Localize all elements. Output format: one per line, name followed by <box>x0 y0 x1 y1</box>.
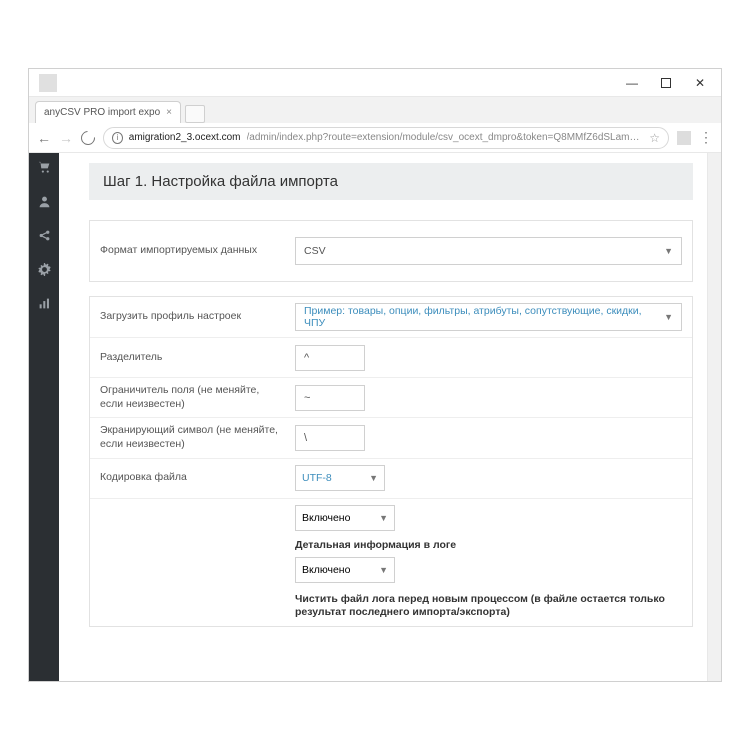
tab-strip: anyCSV PRO import expo × <box>29 97 721 123</box>
detail-log-label: Детальная информация в логе <box>295 539 682 551</box>
encoding-select[interactable]: UTF-8 ▼ <box>295 465 385 491</box>
tab-title: anyCSV PRO import expo <box>44 107 160 118</box>
back-button[interactable]: ← <box>37 130 51 146</box>
browser-menu-icon[interactable]: ⋮ <box>699 129 713 146</box>
close-window-button[interactable]: ✕ <box>683 72 717 94</box>
browser-tab[interactable]: anyCSV PRO import expo × <box>35 101 181 123</box>
escape-input[interactable] <box>295 425 365 451</box>
address-bar[interactable]: i amigration2_3.ocext.com /admin/index.p… <box>103 127 669 149</box>
clean-log-note: Чистить файл лога перед новым процессом … <box>295 593 682 620</box>
user-icon[interactable] <box>38 195 51 211</box>
format-label: Формат импортируемых данных <box>100 244 295 258</box>
encoding-label: Кодировка файла <box>100 471 295 485</box>
format-value: CSV <box>304 245 326 257</box>
enabled-select-2[interactable]: Включено ▼ <box>295 557 395 583</box>
maximize-button[interactable] <box>649 72 683 94</box>
stats-icon[interactable] <box>38 297 51 313</box>
profile-select[interactable]: Пример: товары, опции, фильтры, атрибуты… <box>295 303 682 331</box>
gear-icon[interactable] <box>38 263 51 279</box>
main-content: Шаг 1. Настройка файла импорта Формат им… <box>59 153 707 681</box>
cart-icon[interactable] <box>38 161 51 177</box>
chevron-down-icon: ▼ <box>379 565 388 575</box>
chevron-down-icon: ▼ <box>379 513 388 523</box>
site-info-icon[interactable]: i <box>112 132 123 144</box>
page-body: Шаг 1. Настройка файла импорта Формат им… <box>29 153 721 681</box>
account-icon <box>39 74 57 92</box>
format-panel: Формат импортируемых данных CSV ▼ <box>89 220 693 282</box>
chevron-down-icon: ▼ <box>664 312 673 322</box>
window-titlebar: — ✕ <box>29 69 721 97</box>
url-path: /admin/index.php?route=extension/module/… <box>247 132 644 143</box>
admin-sidebar <box>29 153 59 681</box>
reload-button[interactable] <box>78 128 98 148</box>
delimiter-input[interactable] <box>295 345 365 371</box>
toolbar: ← → i amigration2_3.ocext.com /admin/ind… <box>29 123 721 153</box>
url-domain: amigration2_3.ocext.com <box>129 132 241 143</box>
profile-value: Пример: товары, опции, фильтры, атрибуты… <box>304 305 664 329</box>
scrollbar[interactable] <box>707 153 721 681</box>
minimize-button[interactable]: — <box>615 72 649 94</box>
delimiter-label: Разделитель <box>100 351 295 365</box>
chevron-down-icon: ▼ <box>369 473 378 483</box>
profile-label: Загрузить профиль настроек <box>100 310 295 324</box>
extension-icon[interactable] <box>677 131 691 145</box>
step-header: Шаг 1. Настройка файла импорта <box>89 163 693 200</box>
bookmark-icon[interactable]: ☆ <box>649 131 660 145</box>
new-tab-button[interactable] <box>185 105 205 123</box>
encoding-value: UTF-8 <box>302 472 332 484</box>
enclosure-input[interactable] <box>295 385 365 411</box>
sub-settings: Включено ▼ Детальная информация в логе В… <box>90 499 692 626</box>
chevron-down-icon: ▼ <box>664 246 673 256</box>
enabled-select-1[interactable]: Включено ▼ <box>295 505 395 531</box>
close-tab-icon[interactable]: × <box>166 107 172 118</box>
share-icon[interactable] <box>38 229 51 245</box>
settings-panel: Загрузить профиль настроек Пример: товар… <box>89 296 693 627</box>
browser-window: — ✕ anyCSV PRO import expo × ← → i amigr… <box>28 68 722 682</box>
escape-label: Экранирующий символ (не меняйте, если не… <box>100 424 295 451</box>
enclosure-label: Ограничитель поля (не меняйте, если неиз… <box>100 384 295 411</box>
format-select[interactable]: CSV ▼ <box>295 237 682 265</box>
forward-button[interactable]: → <box>59 130 73 146</box>
